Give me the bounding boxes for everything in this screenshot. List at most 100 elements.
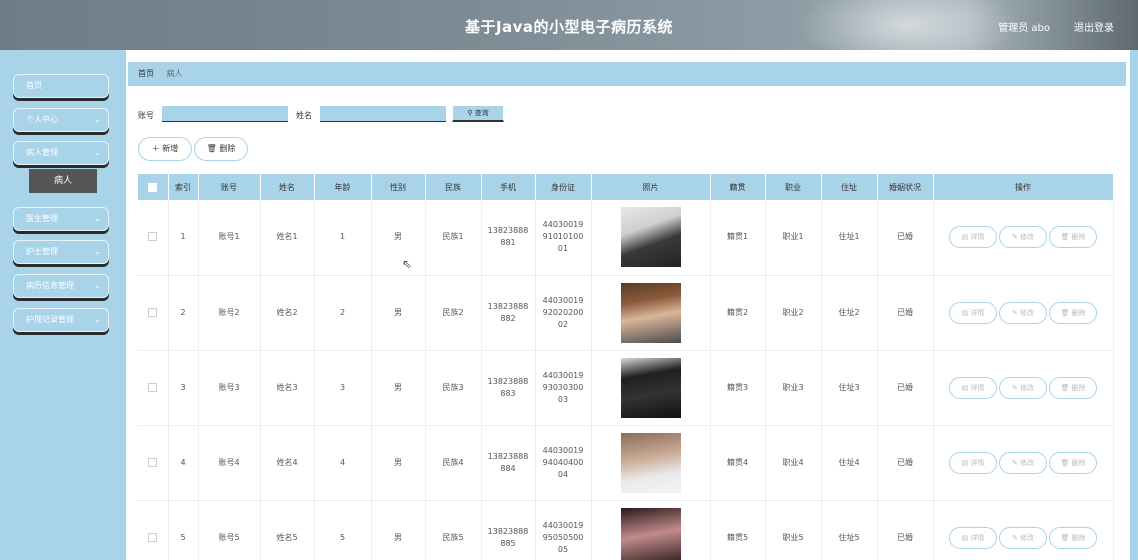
detail-button[interactable]: ▤ 详情 — [949, 301, 997, 324]
cell-age: 1 — [314, 200, 372, 275]
pencil-icon: ✎ — [1011, 308, 1018, 317]
edit-button[interactable]: ✎ 修改 — [999, 526, 1047, 549]
sidebar-item-label: 护理记录管理 — [26, 315, 74, 324]
cell-marital: 已婚 — [877, 275, 934, 350]
table-row: 4 账号4 姓名4 4 男民族4 13823888884 44030019940404000… — [138, 425, 1114, 500]
sidebar-item-personal-center[interactable]: 个人中心 ⌄ — [13, 108, 109, 132]
name-search-input[interactable] — [320, 106, 446, 122]
detail-button[interactable]: ▤ 详情 — [949, 451, 997, 474]
cell-address: 住址2 — [821, 275, 878, 350]
row-checkbox[interactable] — [148, 382, 158, 392]
sidebar-item-nursing-record-management[interactable]: 护理记录管理 ⌄ — [13, 308, 109, 332]
query-button[interactable]: ⚲ 查询 — [452, 105, 504, 122]
detail-label: 详情 — [970, 458, 985, 467]
cell-name: 姓名1 — [260, 200, 315, 275]
account-label: 账号 — [138, 111, 154, 120]
row-checkbox[interactable] — [148, 307, 158, 317]
cell-gender: 男 — [371, 275, 426, 350]
edit-button[interactable]: ✎ 修改 — [999, 451, 1047, 474]
pencil-icon: ✎ — [1011, 383, 1018, 392]
cell-account: 账号4 — [198, 425, 261, 500]
column-header: 身份证 — [535, 174, 592, 200]
delete-button[interactable]: 🗑 删除 — [1049, 451, 1097, 474]
table-row: 1 账号1 姓名1 1 男民族1 13823888881 44030019910101000… — [138, 200, 1114, 275]
chevron-down-icon: ⌄ — [94, 148, 101, 157]
cell-photo — [591, 200, 711, 275]
detail-label: 详情 — [970, 233, 985, 242]
row-checkbox[interactable] — [148, 532, 158, 542]
logout-link[interactable]: 退出登录 — [1074, 19, 1114, 34]
delete-button[interactable]: 🗑 删除 — [1049, 376, 1097, 399]
plus-icon: ＋ — [151, 144, 160, 153]
delete-label: 删除 — [1071, 233, 1086, 242]
delete-button[interactable]: 🗑 删除 — [1049, 301, 1097, 324]
cell-phone: 13823888885 — [481, 500, 536, 560]
delete-button[interactable]: 🗑 删除 — [1049, 526, 1097, 549]
cell-ethnicity: 民族4 — [425, 425, 482, 500]
select-all-cell — [138, 174, 169, 200]
cell-native: 籍贯2 — [710, 275, 766, 350]
cell-id-card: 440300199505050005 — [535, 500, 592, 560]
chevron-down-icon: ⌄ — [94, 115, 101, 124]
account-search-input[interactable] — [162, 106, 288, 122]
column-header: 操作 — [933, 174, 1114, 200]
cell-index: 3 — [168, 350, 199, 425]
edit-label: 修改 — [1020, 233, 1035, 242]
cell-index: 1 — [168, 200, 199, 275]
select-all-checkbox[interactable] — [148, 182, 158, 192]
sidebar-item-record-management[interactable]: 病历信息管理 ⌄ — [13, 274, 109, 298]
row-checkbox[interactable] — [148, 457, 158, 467]
document-icon: ▤ — [961, 308, 969, 317]
edit-label: 修改 — [1020, 458, 1035, 467]
sidebar-item-doctor-management[interactable]: 医生管理 ⌄ — [13, 207, 109, 231]
trash-icon: 🗑 — [206, 144, 217, 153]
edit-label: 修改 — [1020, 383, 1035, 392]
add-button[interactable]: ＋ 新增 — [138, 137, 192, 161]
cell-job: 职业4 — [765, 425, 822, 500]
pencil-icon: ✎ — [1011, 533, 1018, 542]
cell-name: 姓名3 — [260, 350, 315, 425]
cell-phone: 13823888882 — [481, 275, 536, 350]
cell-operations: ▤ 详情 ✎ 修改 🗑 删除 — [933, 425, 1114, 500]
cell-photo — [591, 350, 711, 425]
edit-button[interactable]: ✎ 修改 — [999, 376, 1047, 399]
detail-label: 详情 — [970, 383, 985, 392]
sidebar-item-patient-management[interactable]: 病人管理 ⌄ — [13, 141, 109, 165]
sidebar-subitem-patient[interactable]: 病人 — [29, 169, 97, 193]
sidebar-item-home[interactable]: 首页 — [13, 74, 109, 98]
cell-name: 姓名2 — [260, 275, 315, 350]
cell-photo — [591, 275, 711, 350]
cell-job: 职业5 — [765, 500, 822, 560]
edit-label: 修改 — [1020, 308, 1035, 317]
breadcrumb-current: 病人 — [166, 69, 183, 78]
patient-photo — [620, 282, 681, 343]
patient-photo — [620, 357, 681, 418]
cell-account: 账号2 — [198, 275, 261, 350]
detail-button[interactable]: ▤ 详情 — [949, 526, 997, 549]
sidebar-item-nurse-management[interactable]: 护士管理 ⌄ — [13, 240, 109, 264]
sidebar-item-label: 首页 — [26, 81, 42, 90]
cell-marital: 已婚 — [877, 500, 934, 560]
delete-button-label: 删除 — [219, 144, 236, 153]
detail-button[interactable]: ▤ 详情 — [949, 226, 997, 249]
column-header: 索引 — [168, 174, 199, 200]
edit-button[interactable]: ✎ 修改 — [999, 226, 1047, 249]
cell-job: 职业3 — [765, 350, 822, 425]
document-icon: ▤ — [961, 458, 969, 467]
batch-delete-button[interactable]: 🗑 删除 — [194, 137, 248, 161]
row-checkbox[interactable] — [148, 232, 158, 242]
cell-gender: 男 — [371, 350, 426, 425]
detail-button[interactable]: ▤ 详情 — [949, 376, 997, 399]
column-header: 住址 — [821, 174, 878, 200]
edit-button[interactable]: ✎ 修改 — [999, 301, 1047, 324]
cell-operations: ▤ 详情 ✎ 修改 🗑 删除 — [933, 500, 1114, 560]
delete-label: 删除 — [1071, 458, 1086, 467]
breadcrumb-home[interactable]: 首页 — [138, 69, 154, 78]
chevron-down-icon: ⌄ — [94, 281, 101, 290]
cell-name: 姓名5 — [260, 500, 315, 560]
app-title: 基于Java的小型电子病历系统 — [464, 18, 674, 36]
document-icon: ▤ — [961, 233, 969, 242]
column-header: 账号 — [198, 174, 261, 200]
delete-button[interactable]: 🗑 删除 — [1049, 226, 1097, 249]
row-select-cell — [138, 200, 169, 275]
